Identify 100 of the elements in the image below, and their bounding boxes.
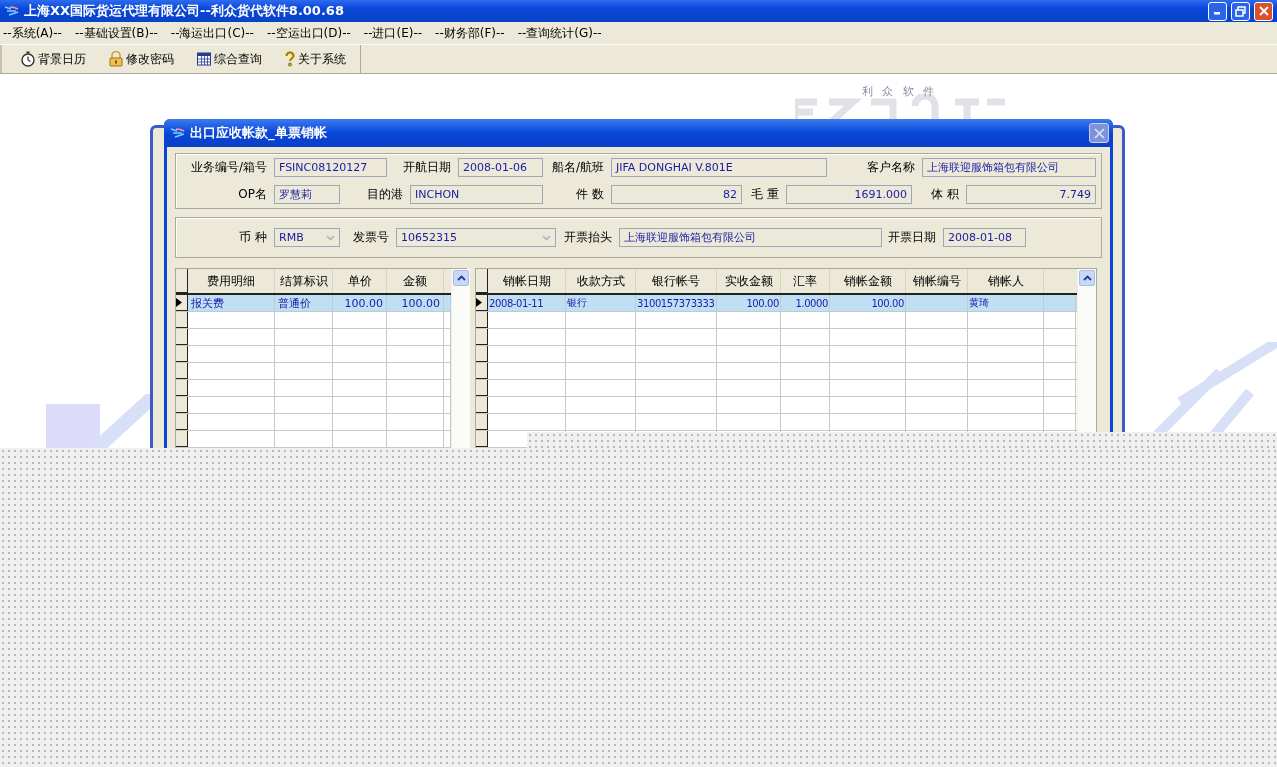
toolbar-button[interactable]: 修改密码: [108, 50, 174, 68]
row-header[interactable]: [476, 431, 488, 447]
menu-item[interactable]: --系统(A)--: [3, 24, 62, 42]
field-label: 体 积: [930, 186, 960, 203]
menu-item[interactable]: --进口(E)--: [363, 24, 423, 42]
table-cell: 普通价: [275, 295, 333, 311]
row-pointer-icon: [476, 298, 482, 307]
row-header[interactable]: [176, 329, 188, 345]
dropdown-field[interactable]: 10652315: [396, 228, 556, 247]
row-header[interactable]: [476, 380, 488, 396]
row-header[interactable]: [176, 312, 188, 328]
table-cell: 黄琦: [968, 295, 1044, 311]
input-field[interactable]: 1691.000: [786, 185, 912, 204]
column-header[interactable]: 银行帐号: [636, 269, 717, 293]
toolbar-button[interactable]: 关于系统: [284, 50, 346, 68]
field-label: OP名: [237, 186, 268, 203]
row-header[interactable]: [476, 414, 488, 430]
row-header[interactable]: [176, 295, 188, 311]
toolbar-button[interactable]: 背景日历: [20, 50, 86, 68]
field-label: 开票日期: [887, 229, 937, 246]
table-cell: 2008-01-11: [488, 295, 566, 311]
column-header[interactable]: 结算标识: [275, 269, 333, 293]
row-header[interactable]: [176, 397, 188, 413]
menu-item[interactable]: --财务部(F)--: [435, 24, 505, 42]
chevron-up-icon: [456, 275, 466, 281]
field-label: 业务编号/箱号: [189, 159, 268, 176]
table-cell: 1.0000: [781, 295, 830, 311]
stopwatch-icon: [20, 51, 36, 67]
row-header: [176, 269, 188, 293]
grid-row[interactable]: 2008-01-11 银行 3100157373333 100.00 1.0000 100.00 黄琦: [476, 295, 1077, 312]
column-header[interactable]: 实收金额: [717, 269, 781, 293]
input-field[interactable]: 上海联迎服饰箱包有限公司: [922, 158, 1096, 177]
row-header[interactable]: [476, 363, 488, 379]
question-mark-icon: [284, 51, 296, 67]
field-label: 币 种: [238, 229, 268, 246]
table-cell: 银行: [566, 295, 636, 311]
table-cell: 100.00: [717, 295, 781, 311]
minimize-button[interactable]: [1208, 1, 1227, 21]
table-cell: 100.00: [387, 295, 444, 311]
dialog-title: 出口应收帐款_单票销帐: [190, 124, 328, 142]
field-label: 开票抬头: [563, 229, 613, 246]
column-header[interactable]: 销帐日期: [488, 269, 566, 293]
field-label: 毛 重: [750, 186, 780, 203]
field-label: 件 数: [575, 186, 605, 203]
column-header[interactable]: 费用明细: [188, 269, 275, 293]
input-field[interactable]: 上海联迎服饰箱包有限公司: [619, 228, 882, 247]
row-header[interactable]: [476, 397, 488, 413]
dropdown-field[interactable]: RMB: [274, 228, 340, 247]
scroll-up-button[interactable]: [1079, 270, 1095, 286]
app-icon: [4, 4, 20, 18]
restore-button[interactable]: [1231, 1, 1250, 21]
input-field[interactable]: 2008-01-08: [943, 228, 1026, 247]
restore-icon: [1235, 5, 1246, 17]
table-cell: 100.00: [830, 295, 906, 311]
column-header[interactable]: 单价: [333, 269, 387, 293]
field-label: 目的港: [366, 186, 404, 203]
input-field[interactable]: 82: [611, 185, 742, 204]
field-label: 船名/航班: [550, 159, 605, 176]
row-header[interactable]: [176, 346, 188, 362]
logo-caption: 利 众 软 件: [862, 84, 938, 99]
scroll-up-button[interactable]: [453, 270, 469, 286]
input-field[interactable]: FSINC08120127: [274, 158, 387, 177]
dialog-icon: [170, 126, 186, 140]
column-header[interactable]: 收款方式: [566, 269, 636, 293]
column-header[interactable]: 销帐金额: [830, 269, 906, 293]
row-header[interactable]: [176, 414, 188, 430]
field-label: 客户名称: [866, 159, 916, 176]
row-pointer-icon: [176, 298, 182, 307]
field-label: 开航日期: [402, 159, 452, 176]
row-header[interactable]: [476, 312, 488, 328]
menu-item[interactable]: --查询统计(G)--: [517, 24, 602, 42]
input-field[interactable]: 2008-01-06: [458, 158, 543, 177]
row-header[interactable]: [176, 363, 188, 379]
row-header: [476, 269, 488, 293]
row-header[interactable]: [476, 346, 488, 362]
caret-icon: [325, 234, 335, 241]
table-cell: 3100157373333: [636, 295, 717, 311]
menu-item[interactable]: --基础设置(B)--: [74, 24, 158, 42]
window-title: 上海XX国际货运代理有限公司--利众货代软件8.00.68: [24, 2, 345, 20]
row-header[interactable]: [176, 431, 188, 447]
menu-item[interactable]: --空运出口(D)--: [266, 24, 351, 42]
calendar-icon: [196, 51, 212, 67]
caret-icon: [541, 234, 551, 241]
column-header[interactable]: 销帐编号: [906, 269, 968, 293]
column-header[interactable]: 销帐人: [968, 269, 1044, 293]
column-header[interactable]: 金额: [387, 269, 444, 293]
input-field[interactable]: INCHON: [410, 185, 543, 204]
grid-row[interactable]: 报关费 普通价 100.00 100.00: [176, 295, 451, 312]
input-field[interactable]: 7.749: [966, 185, 1096, 204]
table-cell: 报关费: [188, 295, 275, 311]
row-header[interactable]: [476, 295, 488, 311]
row-header[interactable]: [476, 329, 488, 345]
input-field[interactable]: JIFA DONGHAI V.801E: [611, 158, 827, 177]
input-field[interactable]: 罗慧莉: [274, 185, 340, 204]
column-header[interactable]: 汇率: [781, 269, 830, 293]
menu-item[interactable]: --海运出口(C)--: [170, 24, 254, 42]
toolbar-button[interactable]: 综合查询: [196, 50, 262, 68]
row-header[interactable]: [176, 380, 188, 396]
table-cell: 100.00: [333, 295, 387, 311]
padlock-icon: [108, 51, 124, 67]
